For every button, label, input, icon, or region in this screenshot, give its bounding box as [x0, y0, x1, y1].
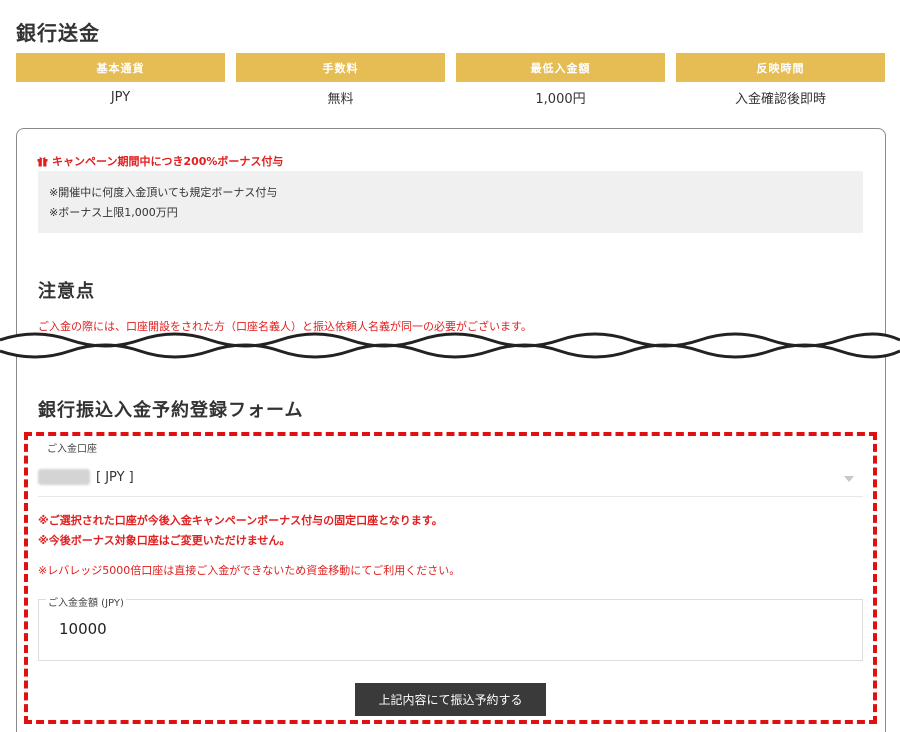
- page-title: 銀行送金: [16, 21, 100, 45]
- info-label: 反映時間: [676, 53, 885, 82]
- amount-label: ご入金金額 (JPY): [46, 594, 126, 609]
- campaign-title: キャンペーン期間中につき200%ボーナス付与: [37, 153, 283, 169]
- info-grid: 基本通貨 JPY 手数料 無料 最低入金額 1,000円 反映時間 入金確認後即…: [16, 53, 885, 113]
- account-currency: [ JPY ]: [96, 469, 134, 485]
- chevron-down-icon[interactable]: [844, 476, 854, 482]
- campaign-note: ※開催中に何度入金頂いても規定ボーナス付与: [49, 186, 278, 199]
- info-label: 最低入金額: [456, 53, 665, 82]
- info-col-reflect-time: 反映時間 入金確認後即時: [676, 53, 885, 113]
- info-label: 手数料: [236, 53, 445, 82]
- info-col-minimum: 最低入金額 1,000円: [456, 53, 665, 113]
- amount-input[interactable]: [38, 599, 863, 661]
- info-value: 1,000円: [535, 92, 586, 107]
- highlight-frame: [24, 432, 877, 724]
- form-title: 銀行振込入金予約登録フォーム: [38, 400, 304, 421]
- warning-leverage: ※レバレッジ5000倍口座は直接ご入金ができないため資金移動にてご利用ください。: [38, 564, 461, 577]
- amount-value[interactable]: 10000: [59, 620, 107, 638]
- select-underline: [38, 496, 863, 497]
- warning-no-change: ※今後ボーナス対象口座はご変更いただけません。: [38, 534, 291, 547]
- info-label: 基本通貨: [16, 53, 225, 82]
- submit-reservation-button[interactable]: 上記内容にて振込予約する: [355, 683, 546, 716]
- campaign-title-text: キャンペーン期間中につき200%ボーナス付与: [52, 155, 284, 168]
- notice-title: 注意点: [38, 281, 95, 302]
- info-value: JPY: [110, 90, 131, 105]
- campaign-note: ※ボーナス上限1,000万円: [49, 206, 178, 219]
- campaign-notes: ※開催中に何度入金頂いても規定ボーナス付与 ※ボーナス上限1,000万円: [38, 171, 863, 233]
- torn-divider: [0, 332, 900, 359]
- info-col-currency: 基本通貨 JPY: [16, 53, 225, 113]
- gift-icon: [37, 156, 48, 167]
- info-col-fee: 手数料 無料: [236, 53, 445, 113]
- info-value: 無料: [327, 92, 354, 107]
- account-select-label: ご入金口座: [47, 444, 97, 455]
- account-select[interactable]: [ JPY ]: [38, 469, 134, 485]
- masked-account-number: [38, 469, 90, 485]
- warning-fixed-account: ※ご選択された口座が今後入金キャンペーンボーナス付与の固定口座となります。: [38, 514, 443, 527]
- info-value: 入金確認後即時: [734, 92, 826, 107]
